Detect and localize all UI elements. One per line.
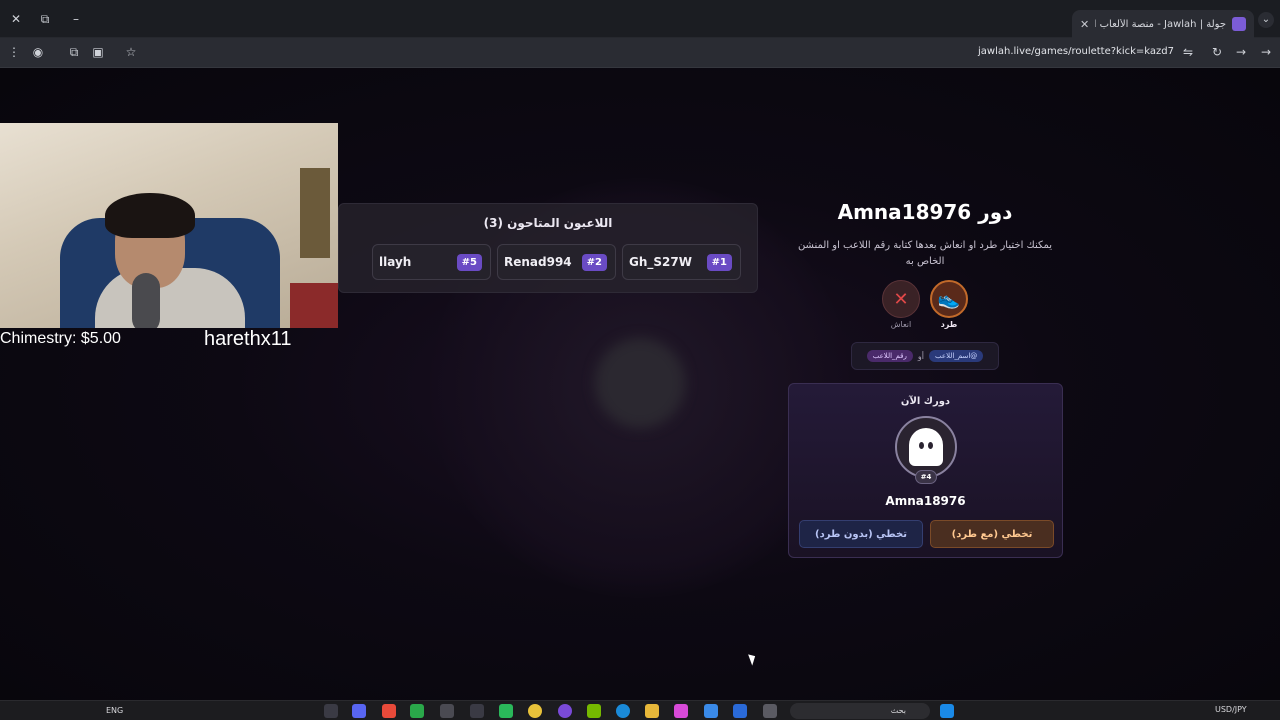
currency-widget[interactable]: USD/JPY: [1215, 705, 1247, 714]
avatar-number-badge: #4: [915, 470, 937, 484]
taskbar-app-icon[interactable]: [763, 704, 777, 718]
turn-description: يمكنك اختيار طرد او انعاش بعدها كتابة رق…: [797, 240, 1053, 267]
bookmark-star-icon[interactable]: ☆: [123, 45, 139, 59]
address-bar: ⋮ ◉ ⧉ ▣ ☆ jawlah.live/games/roulette?kic…: [0, 38, 1280, 68]
url-field[interactable]: jawlah.live/games/roulette?kick=kazd7: [978, 46, 1174, 57]
chrome-icon[interactable]: [528, 704, 542, 718]
reload-icon[interactable]: ↻: [1209, 45, 1225, 59]
translate-icon[interactable]: ▣: [90, 45, 106, 59]
webcam-overlay: [0, 123, 338, 328]
taskbar-search[interactable]: بحث: [790, 703, 930, 719]
input-language[interactable]: ENG: [106, 706, 123, 715]
player-chip[interactable]: llayh #5: [372, 244, 491, 280]
taskbar-app-icon[interactable]: [499, 704, 513, 718]
ghost-icon: [909, 428, 943, 466]
available-players-title: اللاعبون المتاحون (3): [483, 216, 613, 230]
hint-pill-mention: @اسم_اللاعب: [929, 350, 984, 362]
taskbar-app-icon[interactable]: [382, 704, 396, 718]
hint-pill-number: رقم_اللاعب: [866, 350, 913, 362]
microphone-icon: [132, 273, 160, 328]
donation-label: Chimestry: $5.00: [0, 330, 121, 347]
player-number-badge: #5: [456, 253, 482, 271]
streamer-username: harethx11: [204, 328, 292, 350]
player-name: llayh: [379, 255, 412, 269]
kick-action-label: طرد: [940, 320, 958, 329]
steam-icon[interactable]: [440, 704, 454, 718]
current-player-name: Amna18976: [885, 494, 966, 508]
player-chip[interactable]: Renad994 #2: [497, 244, 616, 280]
taskbar-app-icon[interactable]: [470, 704, 484, 718]
nvidia-icon[interactable]: [587, 704, 601, 718]
file-explorer-icon[interactable]: [645, 704, 659, 718]
back-icon[interactable]: →: [1258, 45, 1274, 59]
site-settings-icon[interactable]: ⇋: [1180, 45, 1196, 59]
turn-title: دور Amna18976: [837, 200, 1013, 224]
copilot-icon[interactable]: [674, 704, 688, 718]
extensions-icon[interactable]: ⧉: [66, 45, 82, 60]
player-chip[interactable]: Gh_S27W #1: [622, 244, 741, 280]
current-turn-card: دورك الآن #4 Amna18976 تخطي (مع طرد) تخط…: [788, 383, 1063, 558]
command-hint: @اسم_اللاعب أو رقم_اللاعب: [851, 342, 999, 370]
xbox-icon[interactable]: [410, 704, 424, 718]
crossed-swords-icon: ✕: [893, 288, 909, 310]
current-turn-title: دورك الآن: [900, 396, 951, 407]
webcam-person-hair: [105, 193, 195, 238]
menu-dots-icon[interactable]: ⋮: [6, 45, 22, 59]
browser-titlebar: ✕ ⧉ – + جولة | Jawlah - منصة الألعاب الت…: [0, 0, 1280, 38]
player-number-badge: #1: [706, 253, 732, 271]
window-restore-icon[interactable]: ⧉: [37, 11, 53, 27]
forward-icon[interactable]: →: [1233, 45, 1249, 59]
game-page: Chimestry: $5.00 harethx11 اللاعبون المت…: [0, 68, 1280, 700]
player-name: Renad994: [504, 255, 572, 269]
window-minimize-icon[interactable]: –: [68, 11, 84, 27]
webcam-decor: [300, 168, 330, 258]
edge-icon[interactable]: [616, 704, 630, 718]
profile-avatar-icon[interactable]: ◉: [30, 45, 46, 59]
taskbar-app-icon[interactable]: [558, 704, 572, 718]
discord-icon[interactable]: [352, 704, 366, 718]
windows-taskbar: ENG بحث USD/JPY: [0, 700, 1280, 720]
revive-action-button[interactable]: ✕: [882, 280, 920, 318]
player-number-badge: #2: [581, 253, 607, 271]
kick-action-button[interactable]: 👟: [930, 280, 968, 318]
available-players-card: اللاعبون المتاحون (3) llayh #5 Renad994 …: [338, 203, 758, 293]
player-avatar: [895, 416, 957, 478]
tab-title: جولة | Jawlah - منصة الألعاب الت: [1095, 18, 1226, 30]
site-favicon-icon: [1232, 17, 1246, 31]
store-icon[interactable]: [704, 704, 718, 718]
player-name: Gh_S27W: [629, 255, 692, 269]
window-close-icon[interactable]: ✕: [8, 11, 24, 27]
taskbar-app-icon[interactable]: [324, 704, 338, 718]
tab-search-icon[interactable]: ⌄: [1258, 12, 1274, 28]
hint-or: أو: [917, 351, 925, 361]
windows-start-icon[interactable]: [940, 704, 954, 718]
mail-icon[interactable]: [733, 704, 747, 718]
roulette-wheel-center: [595, 338, 685, 428]
tab-close-icon[interactable]: ✕: [1080, 18, 1089, 31]
taskbar-search-label: بحث: [890, 706, 906, 715]
skip-with-kick-button[interactable]: تخطي (مع طرد): [930, 520, 1054, 548]
webcam-decor-box: [290, 283, 338, 328]
mouse-cursor-icon: [748, 652, 758, 666]
sneaker-icon: 👟: [937, 288, 961, 310]
browser-tab[interactable]: جولة | Jawlah - منصة الألعاب الت ✕: [1072, 10, 1254, 38]
skip-without-kick-button[interactable]: تخطي (بدون طرد): [799, 520, 923, 548]
revive-action-label: انعاش: [890, 320, 912, 329]
